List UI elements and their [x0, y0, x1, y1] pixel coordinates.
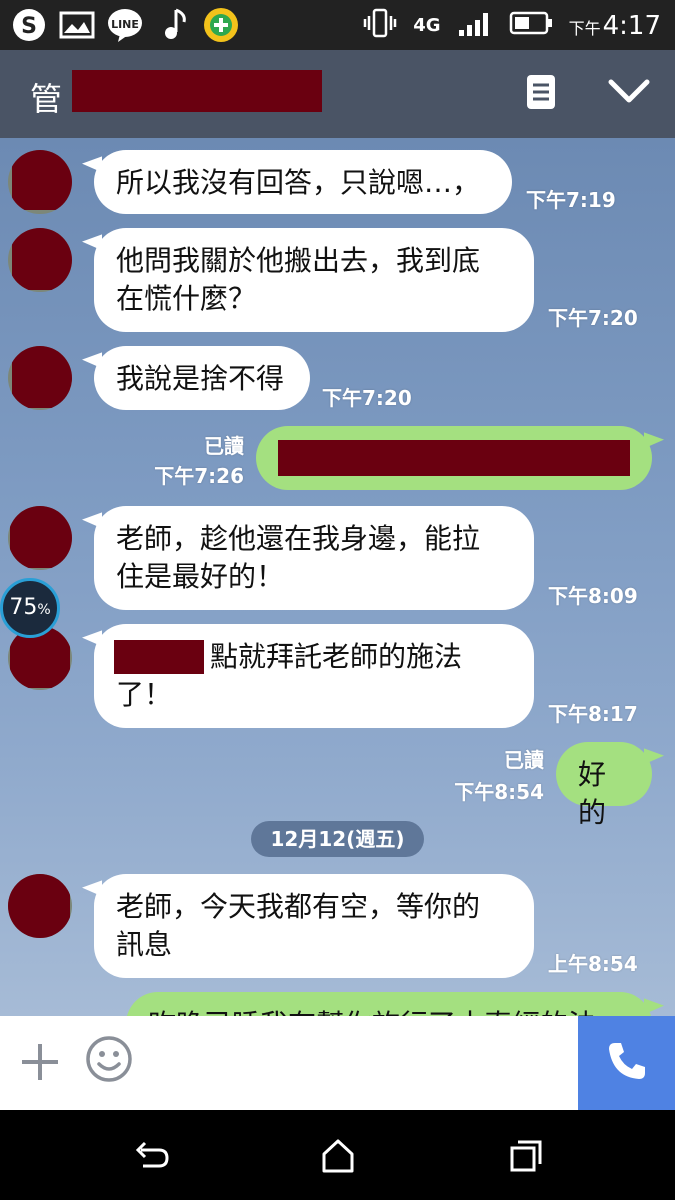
emoji-icon[interactable] [84, 1034, 134, 1084]
signal-icon [457, 8, 493, 43]
message-time: 下午7:20 [322, 386, 412, 410]
battery-icon [509, 10, 553, 41]
message-bubble-outgoing[interactable]: 昨晚已睡我有幫你施行了十真經的法 [126, 992, 652, 1016]
contact-avatar[interactable] [8, 150, 72, 214]
read-receipt: 已讀 [504, 748, 544, 772]
message-time: 下午8:54 [454, 780, 544, 804]
plus-app-icon [202, 6, 240, 44]
contact-avatar[interactable] [8, 874, 72, 938]
home-icon[interactable] [318, 1136, 358, 1176]
line-icon: LINE [106, 6, 144, 44]
date-divider: 12月12(週五) [251, 821, 424, 857]
svg-text:LINE: LINE [111, 18, 139, 31]
message-time: 下午7:26 [154, 464, 244, 488]
status-bar: S LINE 4G 下午4:17 [0, 0, 675, 50]
contact-avatar[interactable] [8, 228, 72, 292]
back-icon[interactable] [131, 1136, 171, 1176]
music-icon [154, 6, 192, 44]
recent-apps-icon[interactable] [506, 1136, 546, 1176]
clock: 下午4:17 [568, 10, 661, 41]
gallery-icon [58, 6, 96, 44]
vibrate-icon [363, 8, 397, 43]
message-bubble-outgoing[interactable]: н [256, 426, 652, 490]
message-time: 下午7:20 [548, 306, 638, 330]
read-receipt: 已讀 [204, 434, 244, 458]
redacted-text [114, 640, 204, 674]
message-bubble-incoming[interactable]: 點就拜託老師的施法 了！ [94, 624, 534, 728]
message-bubble-incoming[interactable]: 老師，今天我都有空，等你的 訊息 [94, 874, 534, 978]
redacted-text [278, 440, 630, 476]
message-bubble-outgoing[interactable]: 好的 [556, 742, 652, 829]
skype-icon: S [10, 6, 48, 44]
message-time: 下午7:19 [526, 188, 616, 212]
notes-menu-button[interactable] [526, 74, 556, 110]
call-button[interactable] [578, 1016, 675, 1110]
message-bubble-incoming[interactable]: 老師，趁他還在我身邊，能拉 住是最好的！ [94, 506, 534, 610]
input-bar [0, 1016, 675, 1110]
svg-text:S: S [21, 14, 37, 39]
redacted-name [72, 70, 322, 112]
network-4g-label: 4G [413, 15, 441, 36]
contact-avatar[interactable] [8, 346, 72, 410]
chat-title: 管 [30, 80, 63, 118]
chevron-down-icon[interactable] [607, 76, 651, 108]
message-time: 上午8:54 [548, 952, 638, 976]
message-bubble-incoming[interactable]: 所以我沒有回答，只說嗯…， [94, 150, 512, 214]
message-bubble-incoming[interactable]: 我說是捨不得 [94, 346, 310, 410]
message-time: 下午8:09 [548, 584, 638, 608]
chat-area[interactable]: 所以我沒有回答，只說嗯…， 下午7:19 他問我關於他搬出去，我到底 在慌什麼？… [0, 138, 675, 1016]
contact-avatar[interactable] [8, 506, 72, 570]
chat-header: 管 [0, 50, 675, 138]
floating-percent-widget[interactable]: 75% [0, 578, 60, 638]
system-nav-bar [0, 1110, 675, 1200]
phone-icon [605, 1039, 649, 1087]
plus-icon[interactable] [18, 1040, 62, 1084]
message-bubble-incoming[interactable]: 他問我關於他搬出去，我到底 在慌什麼？ [94, 228, 534, 332]
message-time: 下午8:17 [548, 702, 638, 726]
